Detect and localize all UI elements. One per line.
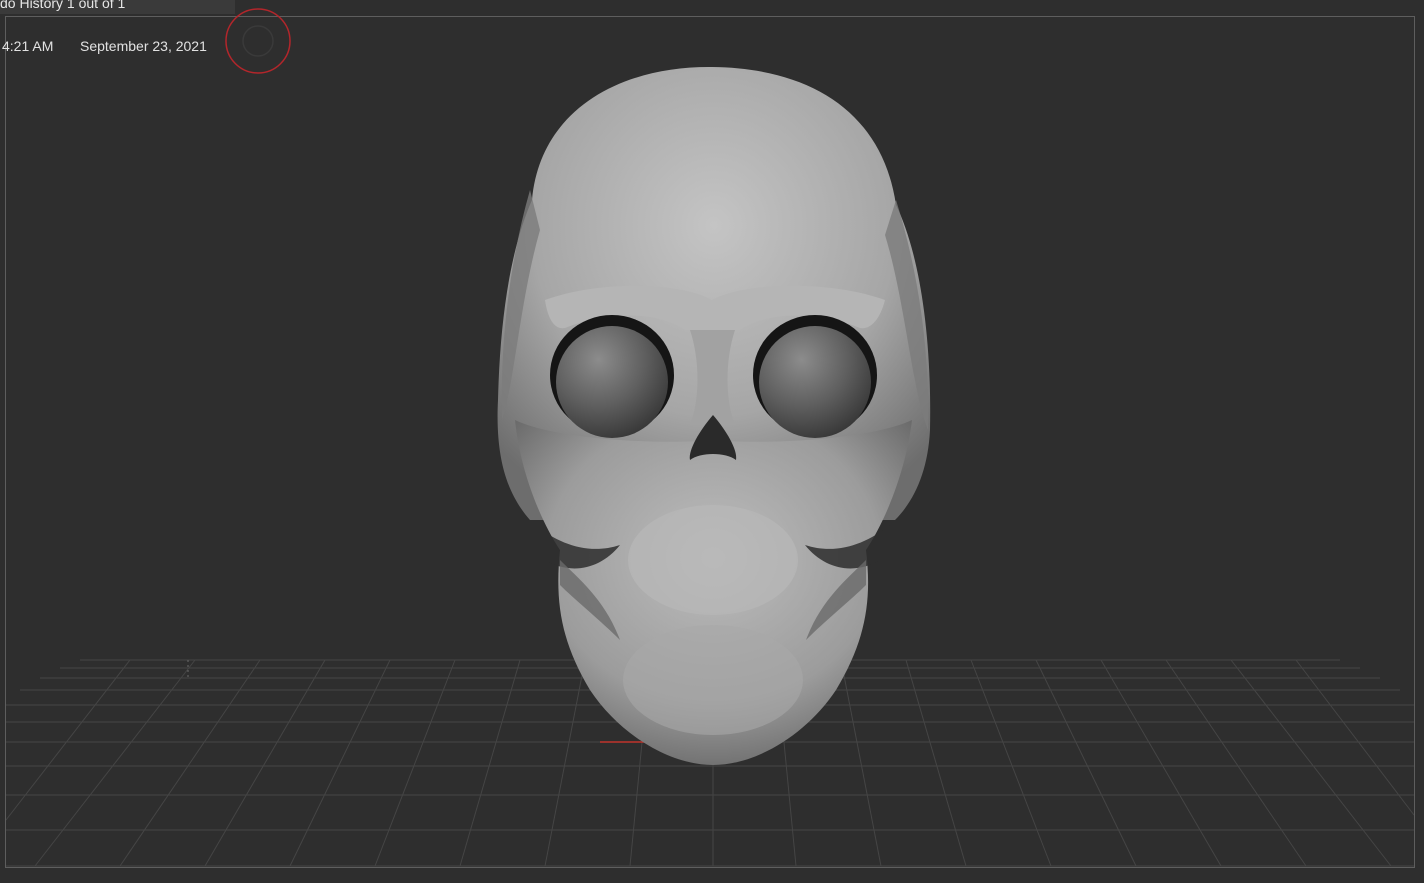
canvas-frame (5, 16, 1415, 868)
timestamp-time: 4:21 AM (2, 38, 54, 54)
ring-target-icon[interactable] (225, 8, 291, 74)
document-viewport[interactable]: do History 1 out of 1 4:21 AM September … (0, 0, 1424, 883)
timestamp-date: September 23, 2021 (80, 38, 207, 54)
undo-history-label: do History 1 out of 1 (0, 0, 126, 11)
undo-history-tab[interactable]: do History 1 out of 1 (0, 0, 235, 14)
